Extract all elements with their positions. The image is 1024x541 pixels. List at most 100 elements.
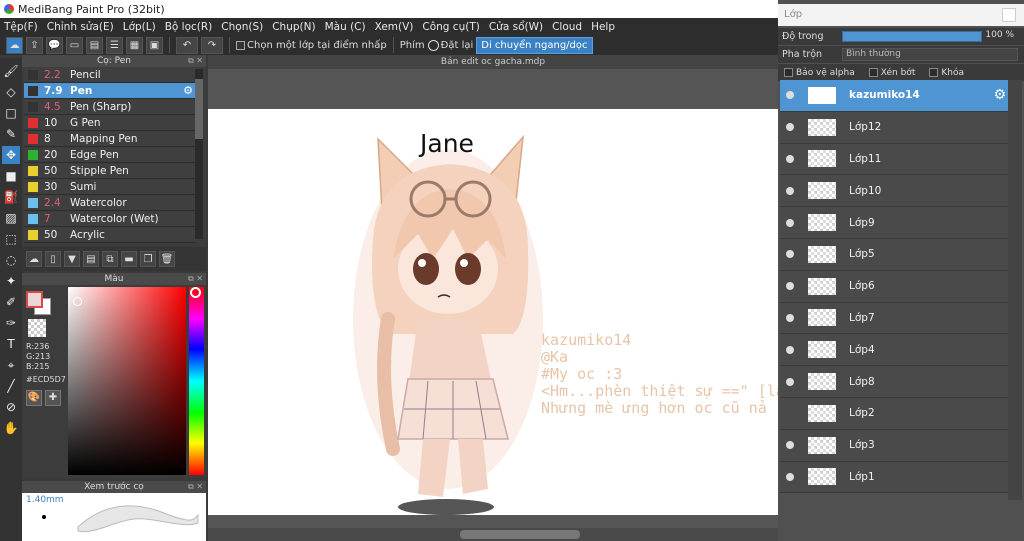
page-icon[interactable]: ▤	[86, 36, 103, 54]
visibility-icon[interactable]	[786, 250, 794, 259]
visibility-icon[interactable]	[786, 313, 794, 322]
layer-row[interactable]: Lớp6	[780, 270, 1008, 303]
comment-icon[interactable]: ▭	[66, 36, 83, 54]
move-tool-icon[interactable]: ✥	[2, 146, 20, 164]
panel-pin-icon[interactable]: ⧉ ✕	[188, 481, 203, 493]
lasso-tool-icon[interactable]: ◌	[2, 251, 20, 269]
clipping-checkbox[interactable]	[868, 68, 878, 77]
layer-row[interactable]: Lớp4	[780, 334, 1008, 367]
eyedropper-tool-icon[interactable]: ⊘	[2, 398, 20, 416]
menu-edit[interactable]: Chỉnh sửa(E)	[47, 21, 114, 33]
visibility-icon[interactable]	[786, 123, 794, 132]
select-eraser-tool-icon[interactable]: ✑	[2, 314, 20, 332]
menu-window[interactable]: Cửa sổ(W)	[489, 21, 543, 33]
divide-tool-icon[interactable]: ╱	[2, 377, 20, 395]
brush-list-scrollbar[interactable]	[195, 69, 203, 239]
visibility-icon[interactable]	[786, 218, 794, 227]
layer-row[interactable]: Lớp1	[780, 461, 1008, 494]
menu-color[interactable]: Màu (C)	[325, 21, 366, 33]
scrollbar-thumb[interactable]	[195, 79, 203, 139]
cloud-download-icon[interactable]: ☁	[26, 251, 42, 267]
text-tool-icon[interactable]: T	[2, 335, 20, 353]
layer-row[interactable]: Lớp8	[780, 366, 1008, 398]
trash-icon[interactable]: 🗑	[159, 251, 175, 267]
visibility-icon[interactable]	[786, 472, 794, 481]
grid-icon[interactable]: ▦	[126, 36, 143, 54]
gear-icon[interactable]: ⚙	[993, 87, 1006, 103]
reset-button[interactable]: Đặt lại	[427, 39, 473, 51]
menu-cloud[interactable]: Cloud	[552, 21, 582, 33]
layer-row[interactable]: Lớp12	[780, 111, 1008, 144]
menu-help[interactable]: Help	[591, 21, 615, 33]
layer-row[interactable]: Lớp2	[780, 397, 1008, 430]
brush-item[interactable]: 7 Watercolor (Wet)	[24, 211, 196, 227]
lock-checkbox[interactable]	[929, 68, 939, 77]
brush-settings-icon[interactable]: ▤	[83, 251, 99, 267]
brush-item[interactable]: 30 Sumi	[24, 179, 196, 195]
brush-tool-icon[interactable]: 🖌	[2, 62, 20, 80]
brush-item[interactable]: 10 G Pen	[24, 115, 196, 131]
new-brush-icon[interactable]: ▯	[45, 251, 61, 267]
menu-select[interactable]: Chọn(S)	[221, 21, 263, 33]
visibility-icon[interactable]	[786, 409, 794, 417]
visibility-icon[interactable]	[786, 282, 794, 291]
undo-icon[interactable]: ↶	[176, 36, 198, 54]
fill-rect-tool-icon[interactable]: ■	[2, 167, 20, 185]
visibility-icon[interactable]	[786, 345, 794, 354]
layer-row[interactable]: Lớp9	[780, 207, 1008, 239]
select-tool-icon[interactable]: ⬚	[2, 230, 20, 248]
select-pen-tool-icon[interactable]: ✐	[2, 293, 20, 311]
duplicate-icon[interactable]: ❐	[140, 251, 156, 267]
palette-icon[interactable]: 🎨	[26, 390, 42, 406]
layer-row[interactable]: Lớp7	[780, 302, 1008, 335]
menu-capture[interactable]: Chụp(N)	[272, 21, 315, 33]
visibility-icon[interactable]	[786, 154, 794, 163]
redo-icon[interactable]: ↷	[201, 36, 223, 54]
gear-icon[interactable]: ⚙	[183, 84, 193, 97]
visibility-icon[interactable]	[786, 441, 794, 450]
gradient-tool-icon[interactable]: ▨	[2, 209, 20, 227]
menu-tools[interactable]: Công cụ(T)	[422, 21, 479, 33]
palette-add-icon[interactable]: ✚	[45, 390, 61, 406]
cloud-icon[interactable]: ☁	[6, 36, 23, 54]
speech-bubble-icon[interactable]: 💬	[46, 36, 63, 54]
canvas-tab[interactable]: Bản edit oc gacha.mdp	[208, 55, 778, 69]
protect-alpha-toggle[interactable]: Bảo vệ alpha	[784, 68, 855, 78]
menu-file[interactable]: Tệp(F)	[4, 21, 38, 33]
rectangle-tool-icon[interactable]: □	[2, 104, 20, 122]
foreground-color-swatch[interactable]	[26, 291, 43, 308]
export-icon[interactable]: ⇪	[26, 36, 43, 54]
menu-filter[interactable]: Bộ lọc(R)	[165, 21, 213, 33]
panel-pin-icon[interactable]: ⧉ ✕	[188, 273, 203, 285]
hue-slider[interactable]	[189, 287, 204, 475]
dot-brush-tool-icon[interactable]: ✎	[2, 125, 20, 143]
menu-layer[interactable]: Lớp(L)	[123, 21, 156, 33]
scrollbar-thumb[interactable]	[460, 530, 580, 539]
magic-wand-tool-icon[interactable]: ✦	[2, 272, 20, 290]
add-brush-icon[interactable]: ▼	[64, 251, 80, 267]
protect-alpha-checkbox[interactable]	[784, 68, 793, 77]
blend-mode-select[interactable]: Bình thường	[842, 48, 1018, 61]
layer-list-scrollbar[interactable]	[1008, 80, 1022, 500]
close-icon[interactable]	[1002, 8, 1016, 22]
visibility-icon[interactable]	[786, 377, 794, 386]
visibility-icon[interactable]	[786, 186, 794, 195]
select-layer-on-click[interactable]: Chọn một lớp tại điểm nhấp	[236, 40, 387, 51]
canvas-horizontal-scrollbar[interactable]	[208, 528, 778, 541]
layer-row[interactable]: Lớp10	[780, 175, 1008, 208]
brush-item[interactable]: 8 Mapping Pen	[24, 131, 196, 147]
brush-item[interactable]: 20 Edge Pen	[24, 147, 196, 163]
clipping-toggle[interactable]: Xén bớt	[868, 68, 915, 78]
brush-item[interactable]: 50 Stipple Pen	[24, 163, 196, 179]
menu-view[interactable]: Xem(V)	[375, 21, 414, 33]
brush-item[interactable]: 2.2 Pencil	[24, 67, 196, 83]
copy-brush-icon[interactable]: ⧉	[102, 251, 118, 267]
brush-item[interactable]: 2.4 Watercolor	[24, 195, 196, 211]
saturation-value-picker[interactable]	[68, 287, 186, 475]
drawing-canvas[interactable]: Jane kazumiko14 @Ka #My oc :3 <Hm...phèn…	[208, 109, 778, 515]
crop-icon[interactable]: ▣	[146, 36, 163, 54]
list-icon[interactable]: ☰	[106, 36, 123, 54]
visibility-icon[interactable]	[786, 91, 794, 100]
layer-row[interactable]: Lớp5	[780, 238, 1008, 271]
color-picker-cursor[interactable]	[73, 297, 82, 306]
